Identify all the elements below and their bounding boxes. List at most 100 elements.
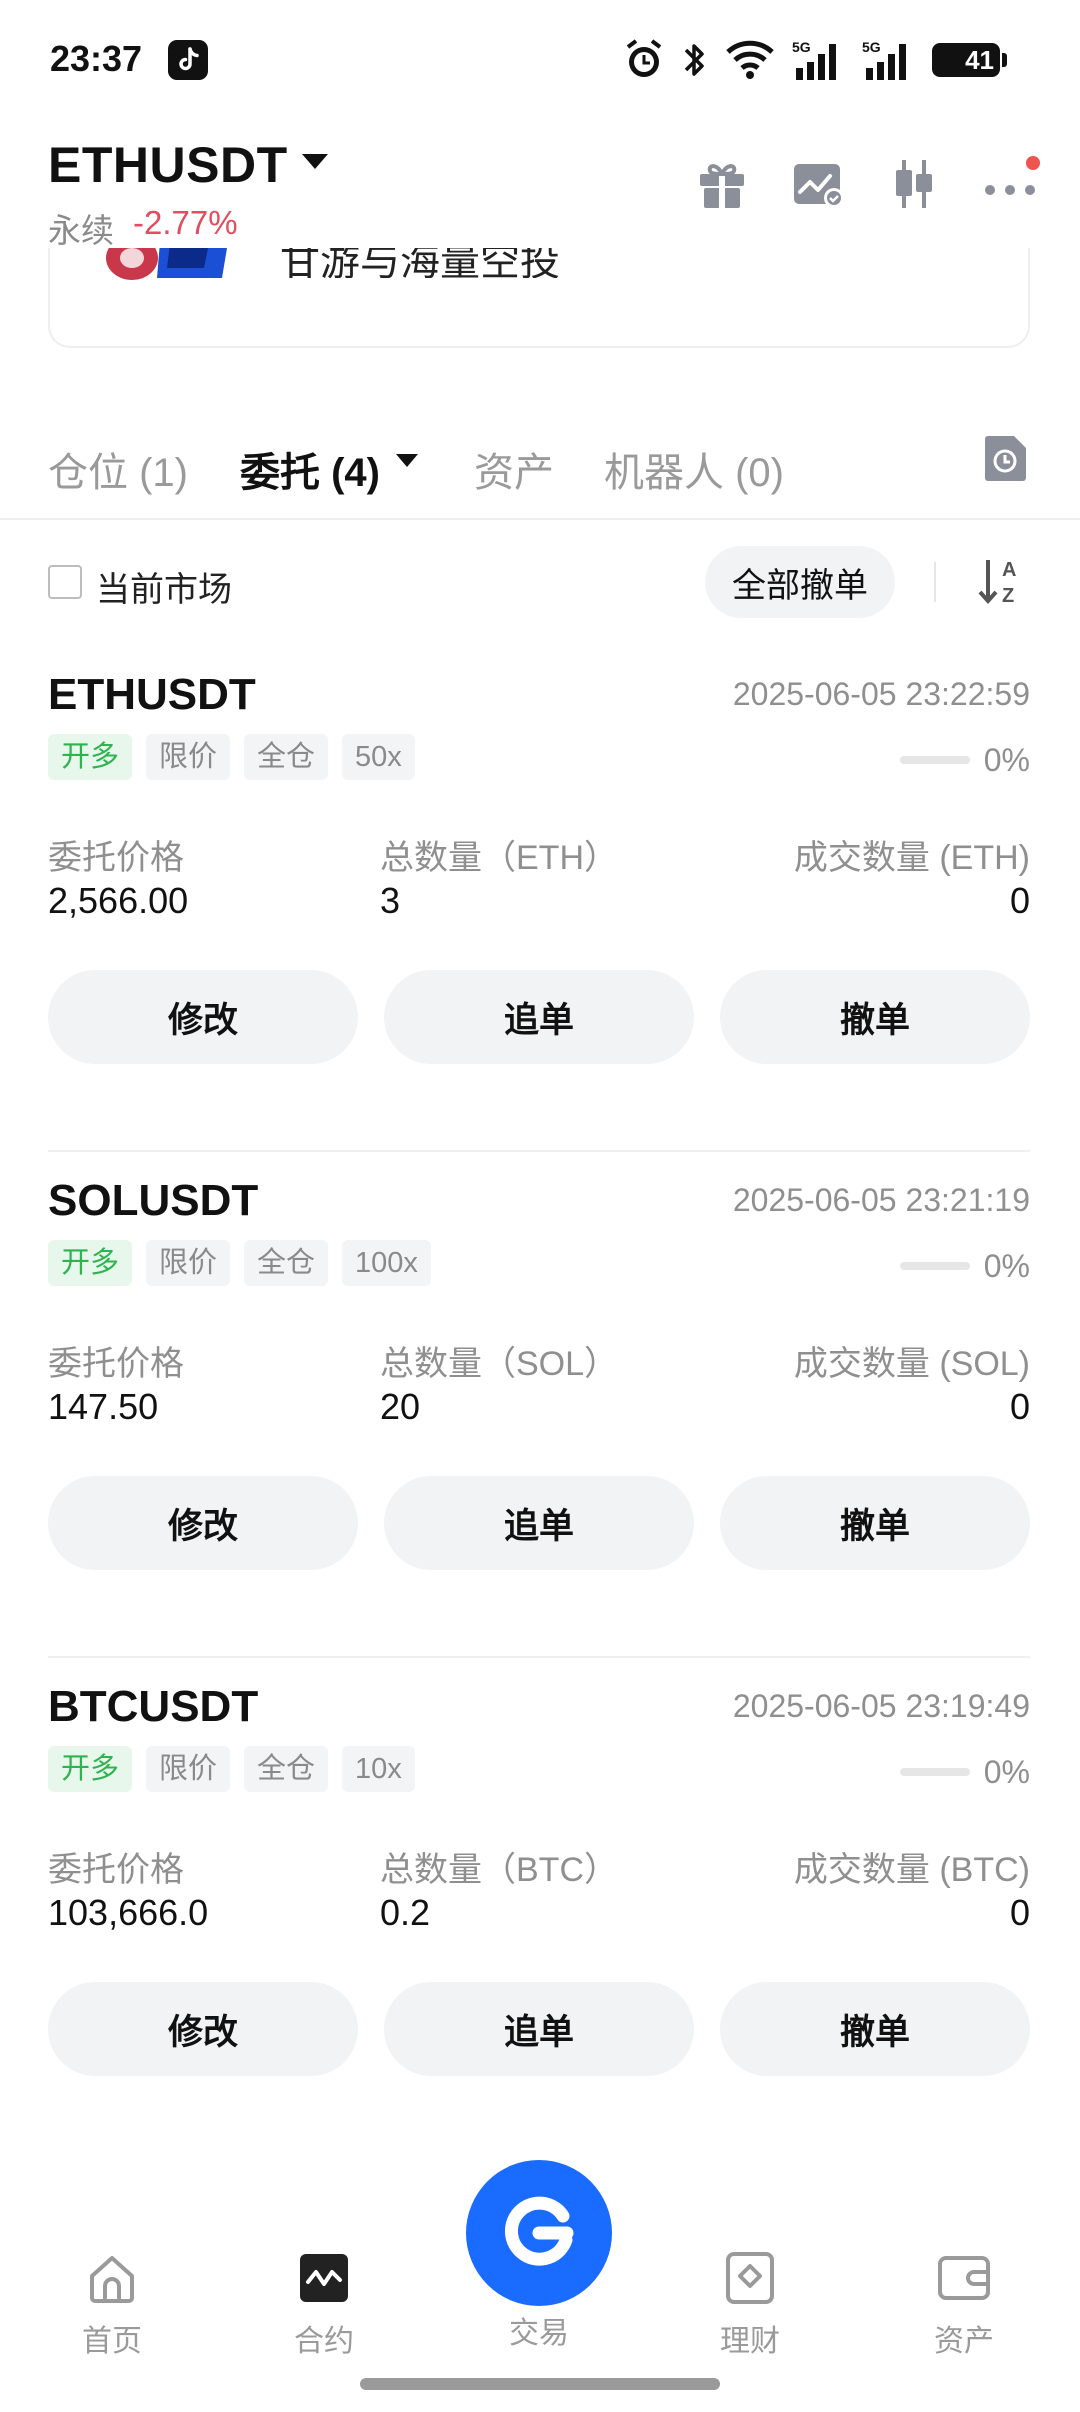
order-qty-label: 总数量（ETH） bbox=[380, 839, 618, 877]
order-tags: 开多 限价 全仓 100x bbox=[48, 1240, 431, 1286]
fill-progress-text: 0% bbox=[983, 1248, 1030, 1284]
tag-side: 开多 bbox=[48, 734, 133, 780]
order-symbol[interactable]: BTCUSDT bbox=[48, 1682, 258, 1732]
bottom-nav: 首页 合约 交易 理财 资产 bbox=[0, 2160, 1080, 2412]
order-price-label: 委托价格 bbox=[48, 1345, 184, 1383]
alarm-icon bbox=[626, 39, 662, 77]
nav-label: 合约 bbox=[294, 2325, 354, 2358]
order-symbol[interactable]: SOLUSDT bbox=[48, 1176, 258, 1226]
pair-selector[interactable]: ETHUSDT bbox=[48, 136, 288, 194]
order-filled-label: 成交数量 (ETH) bbox=[793, 839, 1030, 877]
order-qty-label: 总数量（BTC） bbox=[380, 1851, 618, 1889]
fill-progress-text: 0% bbox=[983, 742, 1030, 778]
contract-type: 永续 bbox=[48, 212, 114, 249]
tag-leverage: 100x bbox=[342, 1240, 431, 1286]
bluetooth-icon bbox=[684, 44, 704, 76]
status-icons: 5G 5G 41 bbox=[624, 36, 1007, 84]
home-icon bbox=[90, 2256, 134, 2303]
order-filled-label: 成交数量 (SOL) bbox=[793, 1345, 1030, 1383]
order-price-value: 2,566.00 bbox=[48, 880, 189, 921]
tag-leverage: 10x bbox=[342, 1746, 415, 1792]
fill-progress-bar bbox=[900, 1768, 970, 1776]
order-qty-value: 0.2 bbox=[380, 1892, 431, 1933]
caret-down-icon[interactable] bbox=[302, 154, 328, 169]
tab-positions[interactable]: 仓位 (1) bbox=[48, 440, 188, 498]
battery-icon: 41 bbox=[932, 43, 1007, 77]
tag-margin-mode: 全仓 bbox=[244, 734, 329, 780]
chart-icon[interactable] bbox=[788, 154, 848, 214]
nav-futures[interactable]: 合约 bbox=[254, 2250, 394, 2360]
nav-label: 首页 bbox=[82, 2325, 142, 2358]
svg-text:5G: 5G bbox=[792, 39, 811, 55]
cancel-order-button[interactable]: 撤单 bbox=[720, 970, 1030, 1064]
sort-az-icon[interactable]: AZ bbox=[974, 554, 1030, 610]
tag-side: 开多 bbox=[48, 1746, 133, 1792]
order-card: BTCUSDT 2025-06-05 23:19:49 开多 限价 全仓 10x… bbox=[48, 1682, 1030, 2164]
promo-banner[interactable]: 甘游与海量空投 bbox=[48, 248, 1030, 348]
order-divider bbox=[48, 1656, 1030, 1658]
tag-order-type: 限价 bbox=[146, 1240, 231, 1286]
tab-orders[interactable]: 委托 (4) bbox=[240, 440, 380, 498]
order-filled-value: 0 bbox=[1009, 880, 1030, 921]
fill-progress-text: 0% bbox=[983, 1754, 1030, 1790]
trade-icon bbox=[504, 2196, 574, 2266]
candlestick-icon[interactable] bbox=[884, 154, 944, 214]
chase-button[interactable]: 追单 bbox=[384, 970, 694, 1064]
modify-button[interactable]: 修改 bbox=[48, 1982, 358, 2076]
signal-5g-icon: 5G bbox=[862, 39, 906, 80]
cancel-order-button[interactable]: 撤单 bbox=[720, 1476, 1030, 1570]
chase-button[interactable]: 追单 bbox=[384, 1982, 694, 2076]
order-price-label: 委托价格 bbox=[48, 839, 184, 877]
order-price-value: 103,666.0 bbox=[48, 1892, 209, 1933]
cancel-all-button[interactable]: 全部撤单 bbox=[705, 546, 895, 618]
nav-label: 理财 bbox=[720, 2325, 780, 2358]
nav-assets[interactable]: 资产 bbox=[894, 2250, 1034, 2360]
order-time: 2025-06-05 23:22:59 bbox=[732, 676, 1030, 712]
more-icon[interactable] bbox=[980, 154, 1040, 214]
tab-bots[interactable]: 机器人 (0) bbox=[604, 440, 784, 498]
nav-trade[interactable] bbox=[466, 2160, 612, 2306]
cancel-order-button[interactable]: 撤单 bbox=[720, 1982, 1030, 2076]
order-divider bbox=[48, 1150, 1030, 1152]
status-bar: 23:37 5G 5G 41 bbox=[0, 0, 1080, 118]
nav-label[interactable]: 交易 bbox=[466, 2308, 612, 2352]
price-change: -2.77% bbox=[133, 204, 238, 241]
battery-level: 41 bbox=[965, 45, 994, 75]
nav-home[interactable]: 首页 bbox=[42, 2250, 182, 2360]
tag-margin-mode: 全仓 bbox=[244, 1240, 329, 1286]
current-market-label[interactable]: 当前市场 bbox=[96, 562, 232, 611]
tiktok-icon bbox=[168, 40, 208, 80]
wifi-icon bbox=[726, 40, 774, 79]
order-tags: 开多 限价 全仓 10x bbox=[48, 1746, 415, 1792]
order-tabs: 仓位 (1) 委托 (4) 资产 机器人 (0) bbox=[0, 420, 1080, 520]
chase-button[interactable]: 追单 bbox=[384, 1476, 694, 1570]
status-time: 23:37 bbox=[50, 38, 143, 79]
order-price-value: 147.50 bbox=[48, 1386, 159, 1427]
fill-progress-bar bbox=[900, 1262, 970, 1270]
current-market-checkbox[interactable] bbox=[48, 565, 82, 599]
svg-text:Z: Z bbox=[1002, 585, 1014, 607]
gift-icon[interactable] bbox=[692, 154, 752, 214]
order-price-label: 委托价格 bbox=[48, 1851, 184, 1889]
tab-assets[interactable]: 资产 bbox=[474, 440, 554, 498]
order-card: ETHUSDT 2025-06-05 23:22:59 开多 限价 全仓 50x… bbox=[48, 670, 1030, 1152]
divider bbox=[934, 562, 936, 602]
header: ETHUSDT 永续 -2.77% bbox=[0, 118, 1080, 249]
tab-orders-caret-icon[interactable] bbox=[396, 454, 418, 467]
nav-earn[interactable]: 理财 bbox=[680, 2250, 820, 2360]
modify-button[interactable]: 修改 bbox=[48, 1476, 358, 1570]
banner-image bbox=[106, 248, 227, 280]
order-filled-value: 0 bbox=[1009, 1386, 1030, 1427]
order-time: 2025-06-05 23:19:49 bbox=[732, 1688, 1030, 1724]
tag-margin-mode: 全仓 bbox=[244, 1746, 329, 1792]
order-time: 2025-06-05 23:21:19 bbox=[732, 1182, 1030, 1218]
order-symbol[interactable]: ETHUSDT bbox=[48, 670, 256, 720]
modify-button[interactable]: 修改 bbox=[48, 970, 358, 1064]
tag-side: 开多 bbox=[48, 1240, 133, 1286]
order-tags: 开多 限价 全仓 50x bbox=[48, 734, 415, 780]
history-icon[interactable] bbox=[982, 434, 1028, 482]
home-indicator[interactable] bbox=[360, 2378, 720, 2390]
notification-dot bbox=[1026, 156, 1040, 170]
tag-leverage: 50x bbox=[342, 734, 415, 780]
svg-text:A: A bbox=[1002, 559, 1016, 581]
